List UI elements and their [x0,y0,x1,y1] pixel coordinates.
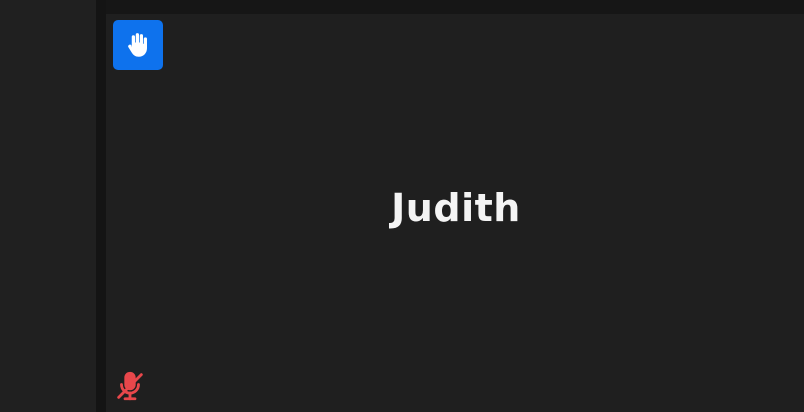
muted-microphone-icon [117,371,143,401]
participant-name: Judith [391,186,521,230]
mic-status [112,368,148,404]
top-edge [0,0,804,14]
tile-divider [96,0,106,412]
video-gallery-screen: Judith [0,0,804,412]
raise-hand-badge [113,20,163,70]
left-video-tile[interactable] [0,0,96,412]
hand-icon [128,33,147,57]
